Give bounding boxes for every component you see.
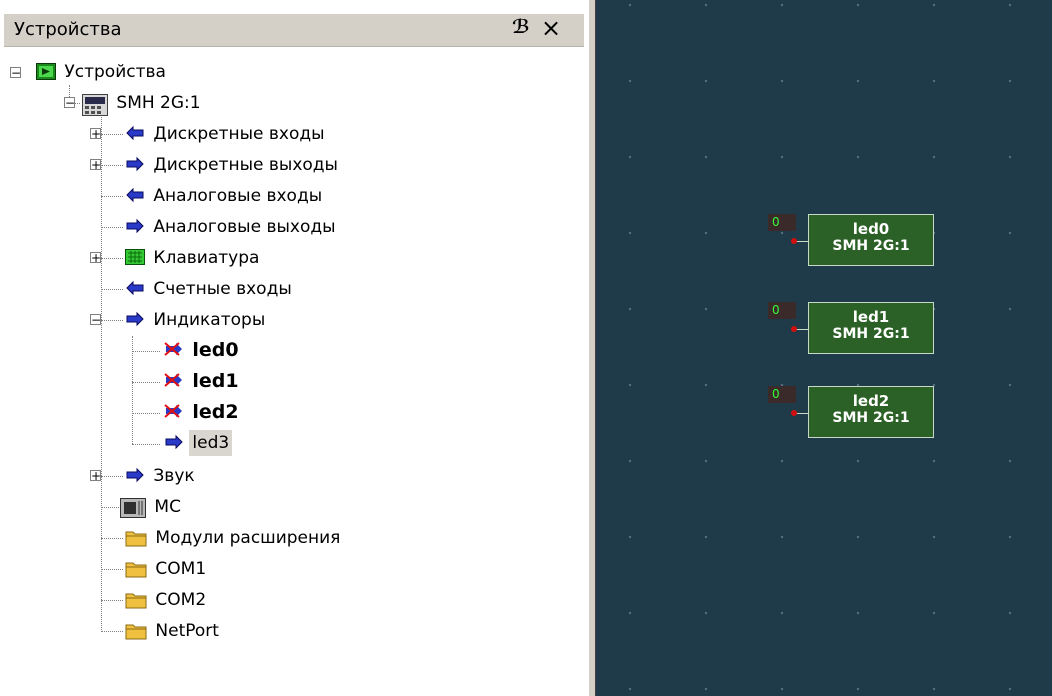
tree-item-mc[interactable]: MC — [120, 494, 184, 520]
block-name: led0 — [852, 220, 890, 238]
tree-label-led2: led2 — [192, 401, 239, 423]
tree-item-com2[interactable]: COM2 — [125, 587, 209, 613]
input-value-led2: 0 — [768, 386, 796, 403]
collapse-toggle-device[interactable]: − — [64, 97, 75, 109]
disabled-output-icon — [164, 404, 182, 418]
tree-item-indicators[interactable]: Индикаторы — [125, 307, 268, 333]
tree-label-indicators: Индикаторы — [153, 310, 266, 330]
tree-label-counter-inputs: Счетные входы — [153, 279, 292, 299]
block-name: led1 — [852, 308, 890, 326]
keyboard-icon — [125, 249, 145, 265]
diagram-canvas[interactable]: 0 led0 SMH 2G:1 0 led1 SMH 2G:1 0 led2 S… — [596, 0, 1052, 696]
tree-item-keyboard[interactable]: Клавиатура — [125, 245, 262, 271]
output-arrow-icon — [126, 218, 144, 234]
block-device: SMH 2G:1 — [832, 410, 910, 426]
block-device: SMH 2G:1 — [832, 238, 910, 254]
tree-label-led1: led1 — [192, 370, 239, 392]
input-arrow-icon — [126, 280, 144, 296]
controller-device-icon — [82, 94, 108, 116]
led-block[interactable]: led0 SMH 2G:1 — [808, 214, 934, 266]
tree-label-com1: COM1 — [155, 559, 207, 579]
tree-label-root: Устройства — [64, 62, 166, 82]
tree-item-led1[interactable]: led1 — [162, 368, 242, 394]
tree-item-discrete-outputs[interactable]: Дискретные выходы — [125, 152, 341, 178]
tree-item-counter-inputs[interactable]: Счетные входы — [125, 276, 295, 302]
folder-icon — [125, 593, 147, 609]
devices-panel: Устройства ℬ × − Устройства − SMH 2G:1 +… — [0, 0, 588, 696]
tree-item-led0[interactable]: led0 — [162, 337, 242, 363]
panel-splitter[interactable] — [588, 0, 596, 696]
tree-item-analog-outputs[interactable]: Аналоговые выходы — [125, 214, 339, 240]
input-pin[interactable] — [791, 238, 797, 244]
tree-item-discrete-inputs[interactable]: Дискретные входы — [125, 121, 328, 147]
input-value-led1: 0 — [768, 302, 796, 319]
tree-item-led3[interactable]: led3 — [162, 430, 233, 456]
led-block[interactable]: led2 SMH 2G:1 — [808, 386, 934, 438]
tree-item-led2[interactable]: led2 — [162, 399, 242, 425]
disabled-output-icon — [164, 373, 182, 387]
devices-root-icon — [36, 63, 56, 80]
tree-item-extension-modules[interactable]: Модули расширения — [125, 525, 343, 551]
tree-label-discrete-inputs: Дискретные входы — [153, 124, 325, 144]
folder-icon — [125, 562, 147, 578]
tree-label-netport: NetPort — [155, 621, 219, 641]
output-arrow-icon — [126, 311, 144, 327]
output-arrow-icon — [126, 467, 144, 483]
tree-label-mc: MC — [154, 497, 181, 517]
input-arrow-icon — [126, 187, 144, 203]
tree-label-discrete-outputs: Дискретные выходы — [153, 155, 338, 175]
led-block[interactable]: led1 SMH 2G:1 — [808, 302, 934, 354]
folder-icon — [125, 624, 147, 640]
input-pin[interactable] — [791, 326, 797, 332]
input-pin[interactable] — [791, 410, 797, 416]
output-arrow-icon — [165, 434, 183, 450]
block-name: led2 — [852, 392, 890, 410]
tree-item-analog-inputs[interactable]: Аналоговые входы — [125, 183, 325, 209]
panel-title: Устройства — [14, 19, 122, 40]
tree-label-device: SMH 2G:1 — [116, 93, 201, 113]
tree-item-netport[interactable]: NetPort — [125, 618, 222, 644]
tree-label-led0: led0 — [192, 339, 239, 361]
tree-item-sound[interactable]: Звук — [125, 463, 198, 489]
module-chip-icon — [120, 498, 146, 518]
pin-icon[interactable]: ℬ — [509, 16, 533, 42]
close-icon[interactable]: × — [538, 14, 564, 42]
tree-item-root[interactable]: Устройства — [36, 59, 169, 85]
input-value-led0: 0 — [768, 214, 796, 231]
collapse-toggle-indicators[interactable]: − — [90, 314, 101, 326]
tree-item-com1[interactable]: COM1 — [125, 556, 209, 582]
tree-label-sound: Звук — [153, 466, 195, 486]
tree-label-analog-outputs: Аналоговые выходы — [153, 217, 336, 237]
expand-toggle-discrete-inputs[interactable]: + — [90, 128, 101, 140]
tree-label-keyboard: Клавиатура — [153, 248, 260, 268]
expand-toggle-keyboard[interactable]: + — [90, 252, 101, 264]
tree-label-analog-inputs: Аналоговые входы — [153, 186, 323, 206]
block-device: SMH 2G:1 — [832, 326, 910, 342]
collapse-toggle-root[interactable]: − — [10, 67, 21, 79]
expand-toggle-discrete-outputs[interactable]: + — [90, 159, 101, 171]
expand-toggle-sound[interactable]: + — [90, 470, 101, 482]
folder-icon — [125, 531, 147, 547]
panel-header: Устройства ℬ × — [4, 14, 584, 47]
tree-label-led3: led3 — [189, 430, 233, 456]
input-arrow-icon — [126, 125, 144, 141]
tree-item-device[interactable]: SMH 2G:1 — [82, 90, 204, 116]
tree-label-extension-modules: Модули расширения — [155, 528, 341, 548]
tree-label-com2: COM2 — [155, 590, 207, 610]
disabled-output-icon — [164, 342, 182, 356]
output-arrow-icon — [126, 156, 144, 172]
